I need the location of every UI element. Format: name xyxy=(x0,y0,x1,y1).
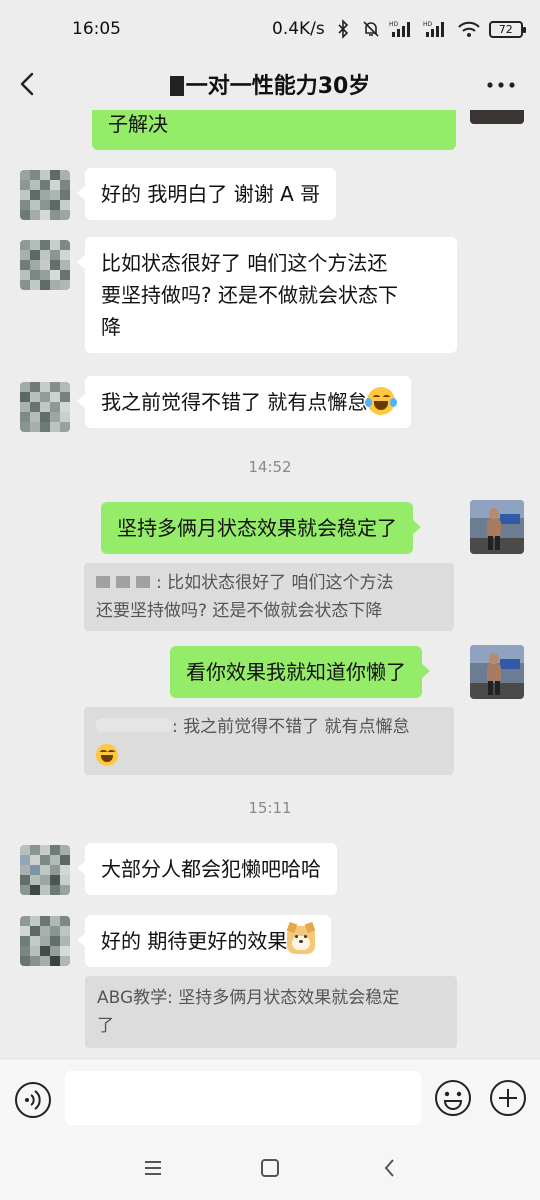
menu-icon[interactable] xyxy=(141,1156,165,1180)
voice-icon[interactable] xyxy=(14,1081,52,1119)
message-text: 看你效果我就知道你懒了 xyxy=(186,660,406,684)
chat-title: 一对一性能力30岁 xyxy=(185,74,371,99)
quote-emoji-line xyxy=(96,741,442,769)
nav-back-icon[interactable] xyxy=(378,1156,402,1180)
quote-line: : 比如状态很好了 咱们这个方法 xyxy=(96,569,442,597)
chat-title-bar: 一对一性能力30岁 xyxy=(0,56,540,112)
avatar-mosaic-icon xyxy=(20,845,70,895)
status-indicators: 0.4K/s HD HD 72 xyxy=(272,19,526,39)
svg-text:HD: HD xyxy=(423,21,433,28)
home-square-icon[interactable] xyxy=(258,1156,282,1180)
message-text: 好的 期待更好的效果 xyxy=(101,929,288,953)
battery-indicator: 72 xyxy=(488,20,526,38)
redaction-mark xyxy=(136,576,150,588)
signal-hd-2-icon: HD xyxy=(423,21,444,37)
title-redaction-mark xyxy=(169,76,184,96)
quote-text: : 我之前觉得不错了 就有点懈怠 xyxy=(172,717,410,737)
message-bubble-received[interactable]: 好的 我明白了 谢谢 A 哥 xyxy=(76,168,337,220)
system-nav-bar xyxy=(0,1138,540,1200)
contact-avatar[interactable] xyxy=(20,382,70,432)
bluetooth-icon xyxy=(338,19,348,39)
message-text-line: 比如状态很好了 咱们这个方法还 xyxy=(101,251,388,275)
status-time: 16:05 xyxy=(72,19,121,39)
avatar-photo-icon xyxy=(470,500,524,554)
message-text: 子解决 xyxy=(108,112,168,136)
quote-line: : 我之前觉得不错了 就有点懈怠 xyxy=(96,713,442,741)
my-avatar[interactable] xyxy=(470,110,524,124)
message-input-bar xyxy=(0,1058,540,1138)
quote-text: : 比如状态很好了 咱们这个方法 xyxy=(156,573,394,593)
my-avatar[interactable] xyxy=(470,645,524,699)
more-dots-icon[interactable] xyxy=(484,68,518,98)
emoji-face-icon[interactable] xyxy=(434,1079,472,1117)
contact-avatar[interactable] xyxy=(20,240,70,290)
message-input[interactable] xyxy=(65,1071,421,1125)
laughing-tears-emoji-icon xyxy=(365,387,398,415)
message-bubble-received[interactable]: 我之前觉得不错了 就有点懈怠 xyxy=(76,376,412,428)
message-text-line: 降 xyxy=(101,315,121,339)
message-bubble-sent[interactable]: 子解决 xyxy=(92,110,456,150)
contact-avatar[interactable] xyxy=(20,170,70,220)
quote-text-line: 了 xyxy=(97,1016,114,1036)
avatar-mosaic-icon xyxy=(20,916,70,966)
network-speed: 0.4K/s xyxy=(272,19,325,39)
doge-emoji-icon xyxy=(287,921,316,954)
contact-avatar[interactable] xyxy=(20,916,70,966)
message-text: 大部分人都会犯懒吧哈哈 xyxy=(101,857,321,881)
message-text-line: 要坚持做吗? 还是不做就会状态下 xyxy=(101,283,398,307)
mute-bell-icon xyxy=(363,21,379,37)
avatar-mosaic-icon xyxy=(20,170,70,220)
message-text: 好的 我明白了 谢谢 A 哥 xyxy=(101,182,321,206)
timestamp-divider: 14:52 xyxy=(248,458,292,476)
avatar-mosaic-icon xyxy=(20,382,70,432)
contact-avatar[interactable] xyxy=(20,845,70,895)
plus-circle-icon[interactable] xyxy=(489,1079,527,1117)
redaction-mark xyxy=(96,718,172,732)
svg-text:HD: HD xyxy=(389,21,399,28)
quoted-message[interactable]: : 我之前觉得不错了 就有点懈怠 xyxy=(84,707,454,775)
message-bubble-sent[interactable]: 看你效果我就知道你懒了 xyxy=(170,646,430,698)
message-text: 坚持多俩月状态效果就会稳定了 xyxy=(117,516,397,540)
my-avatar[interactable] xyxy=(470,500,524,554)
signal-hd-1-icon: HD xyxy=(389,21,410,37)
status-bar: 16:05 0.4K/s HD HD 72 xyxy=(0,0,540,56)
timestamp-divider: 15:11 xyxy=(248,799,292,817)
message-bubble-sent[interactable]: 坚持多俩月状态效果就会稳定了 xyxy=(101,502,421,554)
message-bubble-received[interactable]: 好的 期待更好的效果 xyxy=(76,915,332,967)
message-bubble-received[interactable]: 比如状态很好了 咱们这个方法还 要坚持做吗? 还是不做就会状态下 降 xyxy=(77,237,457,353)
quote-text-line: 还要坚持做吗? 还是不做就会状态下降 xyxy=(96,601,383,621)
avatar-photo-icon xyxy=(470,110,524,124)
page-title: 一对一性能力30岁 xyxy=(0,68,540,100)
quoted-message[interactable]: : 比如状态很好了 咱们这个方法 还要坚持做吗? 还是不做就会状态下降 xyxy=(84,563,454,631)
wifi-icon xyxy=(458,21,480,37)
avatar-photo-icon xyxy=(470,645,524,699)
redaction-mark xyxy=(116,576,130,588)
message-bubble-received[interactable]: 大部分人都会犯懒吧哈哈 xyxy=(77,843,337,895)
quote-text-line: ABG教学: 坚持多俩月状态效果就会稳定 xyxy=(97,988,400,1008)
laughing-tears-emoji-icon xyxy=(96,744,118,766)
quoted-message[interactable]: ABG教学: 坚持多俩月状态效果就会稳定 了 xyxy=(85,976,457,1048)
avatar-mosaic-icon xyxy=(20,240,70,290)
message-text: 我之前觉得不错了 就有点懈怠 xyxy=(101,390,368,414)
redaction-mark xyxy=(96,576,110,588)
chat-message-list[interactable]: 子解决 好的 我明白了 谢谢 A 哥 比如状态很好了 咱们这个方法还 要坚持做吗… xyxy=(0,110,540,1058)
